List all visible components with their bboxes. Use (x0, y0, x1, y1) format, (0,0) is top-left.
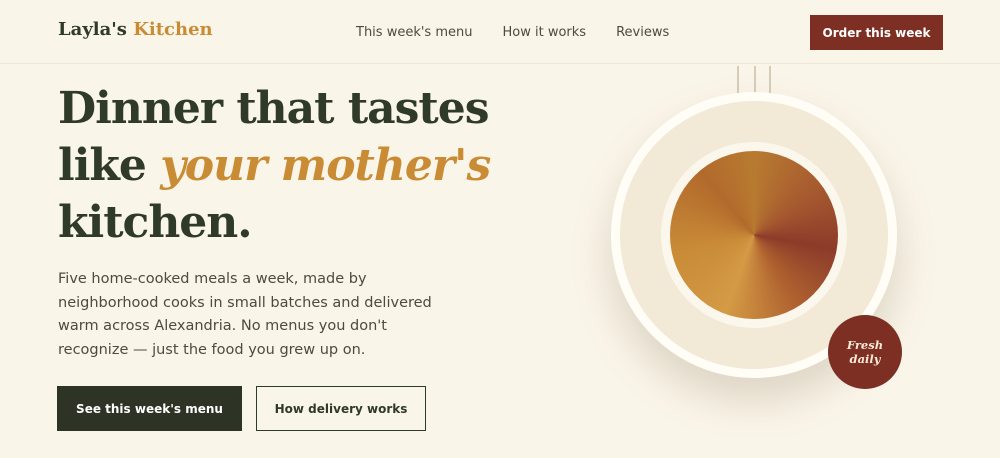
bowl-rim (661, 142, 847, 328)
food-dish (670, 151, 838, 319)
fresh-daily-badge: Fresh daily (828, 315, 902, 389)
headline-line-2-prefix: like (58, 140, 161, 191)
main-nav: This week's menu How it works Reviews (356, 25, 669, 40)
nav-link-how-it-works[interactable]: How it works (502, 25, 586, 40)
hero-description: Five home-cooked meals a week, made by n… (58, 271, 432, 358)
headline-line-3: kitchen. (58, 197, 253, 248)
steam-line (737, 66, 739, 112)
see-menu-button[interactable]: See this week's menu (57, 386, 242, 431)
headline-emphasis: your mother's (160, 140, 491, 191)
headline-line-1: Dinner that tastes (58, 83, 490, 134)
steam-line (754, 66, 756, 112)
site-header: Layla's Kitchen This week's menu How it … (0, 0, 1000, 64)
order-this-week-button[interactable]: Order this week (810, 15, 943, 50)
brand-logo[interactable]: Layla's Kitchen (58, 19, 213, 40)
brand-name-primary: Layla's (58, 19, 127, 40)
steam-line (769, 66, 771, 110)
how-delivery-works-button[interactable]: How delivery works (256, 386, 426, 431)
nav-link-reviews[interactable]: Reviews (616, 25, 669, 40)
nav-link-menu[interactable]: This week's menu (356, 25, 472, 40)
hero-headline: Dinner that tastes like your mother's ki… (58, 80, 491, 251)
brand-name-accent: Kitchen (133, 19, 213, 40)
badge-text: Fresh daily (846, 338, 884, 366)
